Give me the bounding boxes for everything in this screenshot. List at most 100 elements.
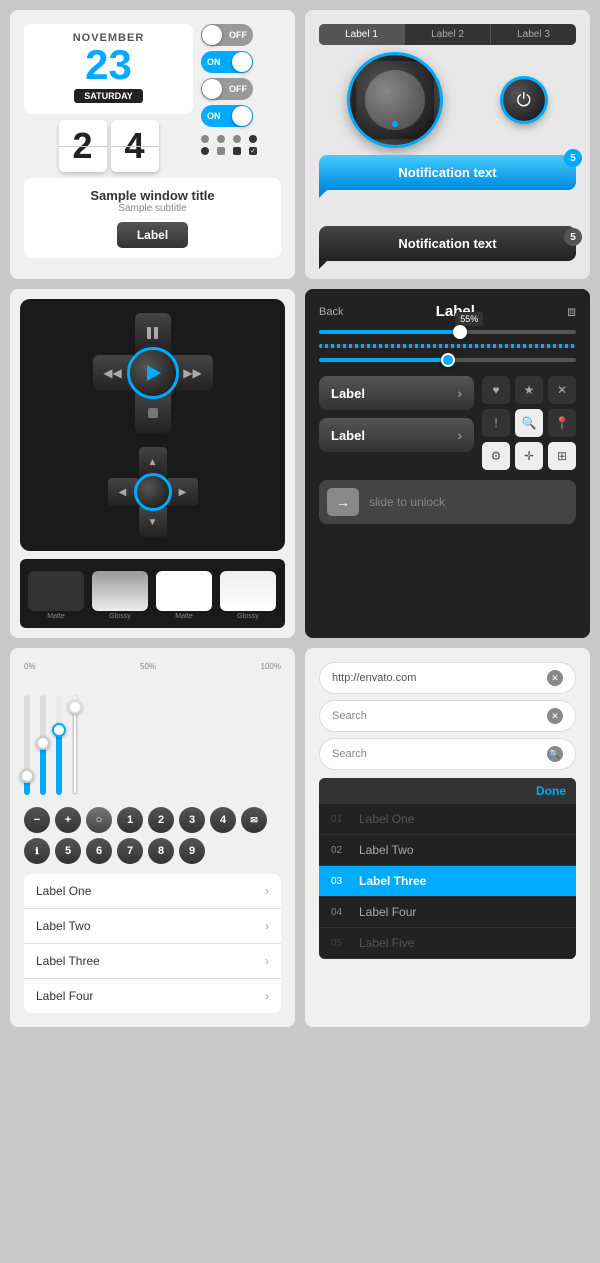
- btn-glossy-1[interactable]: [92, 571, 148, 611]
- toggle-2[interactable]: ON: [201, 51, 281, 73]
- circle-btn-info[interactable]: ℹ: [24, 838, 50, 864]
- search-input-2[interactable]: Search 🔍: [319, 738, 576, 770]
- button-row: Matte Glossy Matte Glossy: [28, 571, 277, 620]
- notification-blue: Notification text: [319, 155, 576, 190]
- slide-text: slide to unlock: [369, 495, 445, 509]
- icon-grid: ♥ ★ ✕ ! 🔍 📍 ⚙ ✛ ⊞: [482, 376, 576, 470]
- calendar-day: 23: [32, 44, 185, 86]
- slider-section: 55%: [319, 330, 576, 362]
- list-button-1[interactable]: Label ›: [319, 376, 474, 410]
- btn-matte-label-1: Matte: [47, 613, 65, 620]
- circle-btn-2[interactable]: 2: [148, 807, 174, 833]
- icon-close[interactable]: ✕: [548, 376, 576, 404]
- dots-grid: ✓: [201, 135, 281, 155]
- circle-btn-0[interactable]: ○: [86, 807, 112, 833]
- icon-pin[interactable]: 📍: [548, 409, 576, 437]
- window-subtitle: Sample subtitle: [34, 203, 271, 214]
- pick-item-1[interactable]: 01 Label One: [319, 804, 576, 835]
- circle-btn-mail[interactable]: ✉: [241, 807, 267, 833]
- icon-gear[interactable]: ⚙: [482, 442, 510, 470]
- vertical-sliders: [24, 675, 281, 795]
- notification-blue-wrapper: Notification text 5: [319, 155, 576, 190]
- back-button[interactable]: Back: [319, 306, 343, 318]
- slide-to-unlock[interactable]: → slide to unlock: [319, 480, 576, 524]
- circle-btn-1[interactable]: 1: [117, 807, 143, 833]
- window-info: Sample window title Sample subtitle Labe…: [24, 178, 281, 258]
- url-value: http://envato.com: [332, 672, 416, 684]
- small-dpad-down[interactable]: ▼: [139, 507, 167, 537]
- icon-heart[interactable]: ♥: [482, 376, 510, 404]
- dpad-small: ▲ ▼ ◀ ▶: [108, 447, 198, 537]
- pick-item-4[interactable]: 04 Label Four: [319, 897, 576, 928]
- search-placeholder-2: Search: [332, 748, 367, 760]
- search-placeholder-1: Search: [332, 710, 367, 722]
- slider-label-50: 50%: [140, 662, 156, 671]
- picker-panel: Done 01 Label One 02 Label Two 03 Label …: [319, 778, 576, 959]
- icon-exclaim[interactable]: !: [482, 409, 510, 437]
- list-item-4[interactable]: Label Four ›: [24, 979, 281, 1013]
- notification-dark: Notification text: [319, 226, 576, 261]
- search-input-1[interactable]: Search ✕: [319, 700, 576, 732]
- toggle-4[interactable]: ON: [201, 105, 281, 127]
- dpad-right[interactable]: ▶▶: [173, 355, 213, 391]
- url-close-icon[interactable]: ✕: [547, 670, 563, 686]
- small-dpad-right[interactable]: ▶: [168, 478, 198, 506]
- list-button-2[interactable]: Label ›: [319, 418, 474, 452]
- circle-btn-5[interactable]: 5: [55, 838, 81, 864]
- slider-percent-label: 55%: [455, 312, 483, 326]
- pick-item-5[interactable]: 05 Label Five: [319, 928, 576, 959]
- circle-btn-plus[interactable]: +: [55, 807, 81, 833]
- btn-matte-label-2: Matte: [175, 613, 193, 620]
- circle-btn-minus[interactable]: −: [24, 807, 50, 833]
- list-items: Label One › Label Two › Label Three › La…: [24, 874, 281, 1013]
- notification-dark-wrapper: Notification text 5: [319, 226, 576, 261]
- dpad-play[interactable]: [127, 347, 179, 399]
- tab-label2[interactable]: Label 2: [405, 24, 491, 45]
- search-close-icon-1[interactable]: ✕: [547, 708, 563, 724]
- btn-matte-2[interactable]: [156, 571, 212, 611]
- circle-btn-8[interactable]: 8: [148, 838, 174, 864]
- icon-plus[interactable]: ✛: [515, 442, 543, 470]
- list-item-3[interactable]: Label Three ›: [24, 944, 281, 979]
- slider-labels: 0% 50% 100%: [24, 662, 281, 671]
- pick-item-2[interactable]: 02 Label Two: [319, 835, 576, 866]
- dpad-main: ◀◀ ▶▶: [93, 313, 213, 433]
- slider-label-100: 100%: [261, 662, 281, 671]
- btn-glossy-2[interactable]: [220, 571, 276, 611]
- tab-label3[interactable]: Label 3: [491, 24, 576, 45]
- list-item-2[interactable]: Label Two ›: [24, 909, 281, 944]
- done-bar: Done: [319, 778, 576, 804]
- toggle-3[interactable]: OFF: [201, 78, 281, 100]
- toggle-1[interactable]: OFF: [201, 24, 281, 46]
- window-label-button[interactable]: Label: [117, 222, 188, 248]
- url-input[interactable]: http://envato.com ✕: [319, 662, 576, 694]
- audio-knob[interactable]: [350, 55, 440, 145]
- circle-btn-6[interactable]: 6: [86, 838, 112, 864]
- tab-bar: Label 1 Label 2 Label 3: [319, 24, 576, 45]
- flip-card-2: 4: [111, 120, 159, 172]
- btn-matte-1[interactable]: [28, 571, 84, 611]
- tab-label1[interactable]: Label 1: [319, 24, 405, 45]
- dpad-down[interactable]: [135, 393, 171, 433]
- circle-btn-3[interactable]: 3: [179, 807, 205, 833]
- notification-badge-1: 5: [564, 149, 582, 167]
- export-icon[interactable]: ⧈: [567, 303, 576, 320]
- small-dpad-center[interactable]: [134, 473, 172, 511]
- circle-btn-4[interactable]: 4: [210, 807, 236, 833]
- icon-search[interactable]: 🔍: [515, 409, 543, 437]
- icon-star[interactable]: ★: [515, 376, 543, 404]
- power-button[interactable]: ⏻: [503, 79, 545, 121]
- btn-glossy-label-1: Glossy: [109, 613, 130, 620]
- done-button[interactable]: Done: [536, 784, 566, 798]
- circle-btn-7[interactable]: 7: [117, 838, 143, 864]
- search-mag-icon: 🔍: [547, 746, 563, 762]
- list-item-1[interactable]: Label One ›: [24, 874, 281, 909]
- flip-card-1: 2: [59, 120, 107, 172]
- icon-grid-sq[interactable]: ⊞: [548, 442, 576, 470]
- calendar-weekday: SATURDAY: [74, 89, 143, 103]
- circle-btn-9[interactable]: 9: [179, 838, 205, 864]
- btn-glossy-label-2: Glossy: [237, 613, 258, 620]
- pick-item-3[interactable]: 03 Label Three: [319, 866, 576, 897]
- arrow-icon: →: [327, 488, 359, 516]
- window-title: Sample window title: [34, 188, 271, 203]
